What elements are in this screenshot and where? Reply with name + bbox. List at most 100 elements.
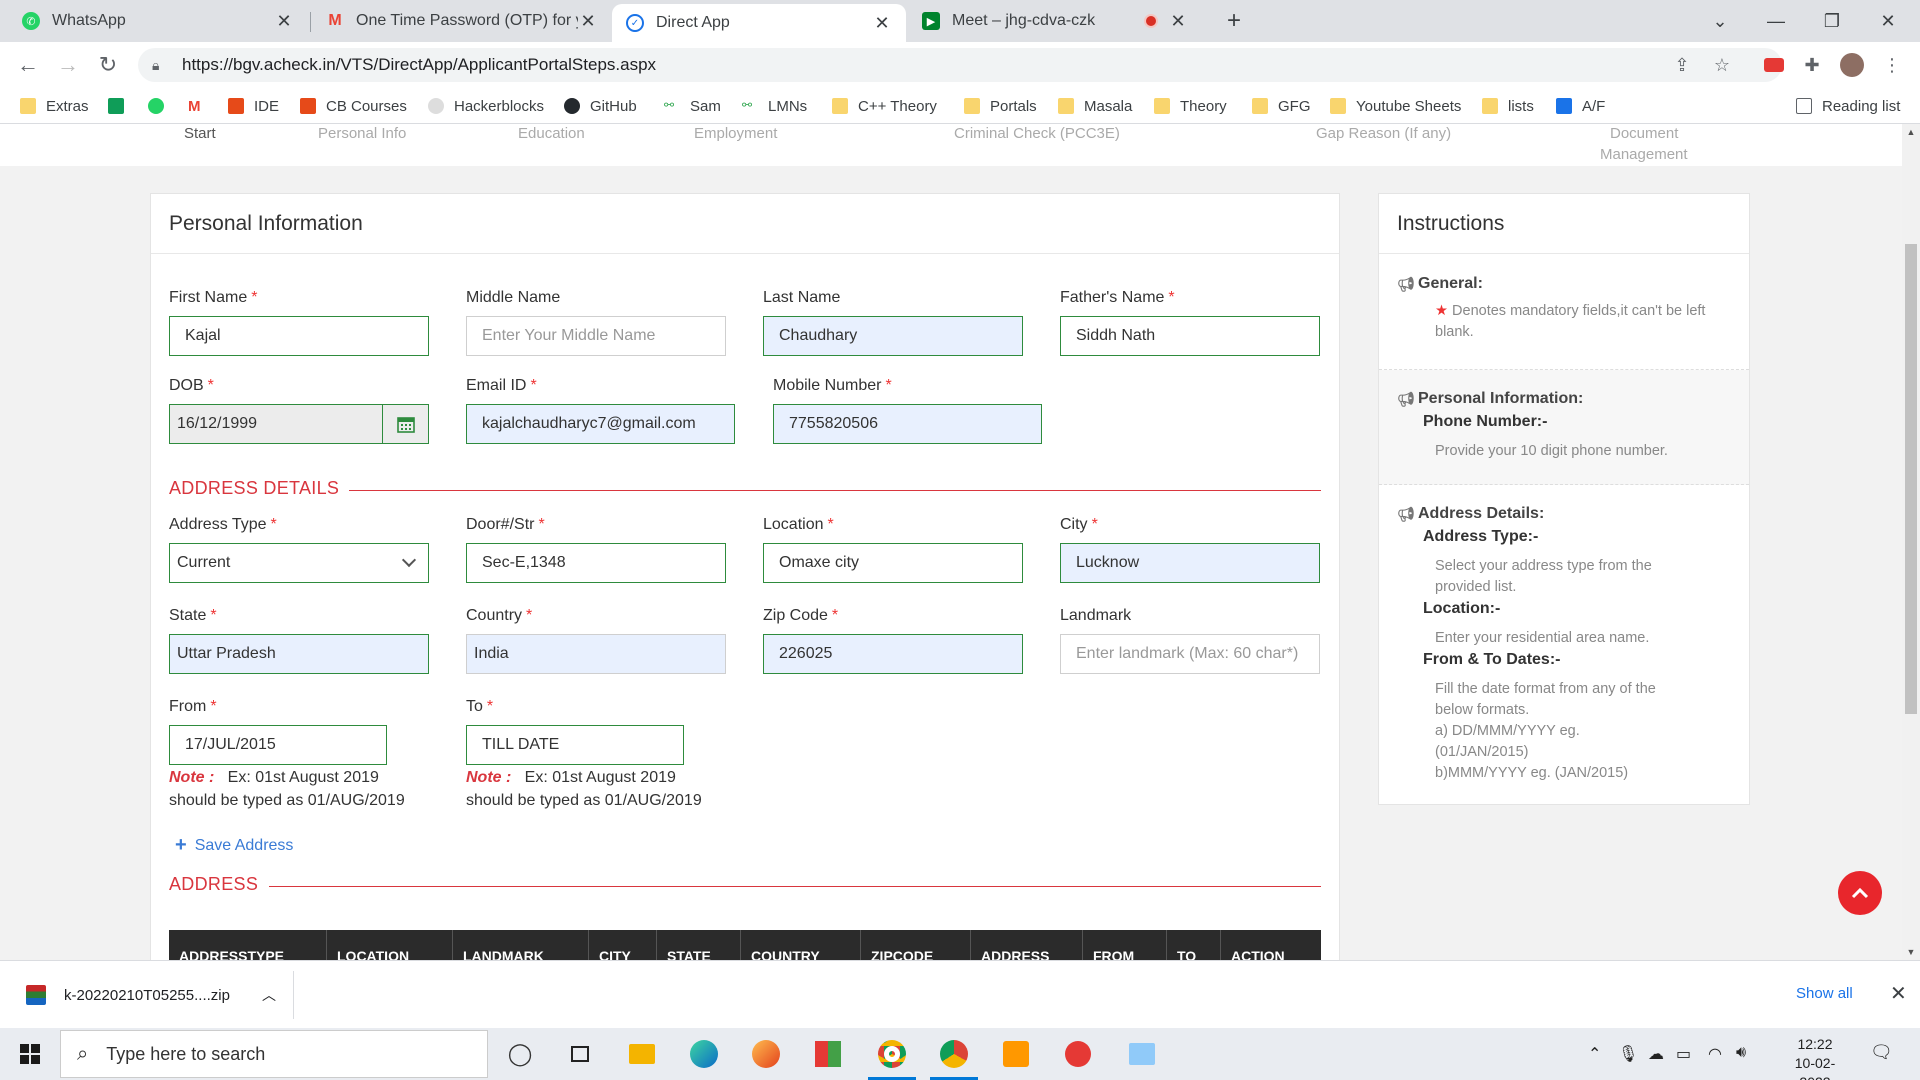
close-icon[interactable]: ✕ [1168, 11, 1188, 32]
to-date-input[interactable]: TILL DATE [466, 725, 684, 765]
step-employment[interactable]: Employment [694, 124, 777, 144]
task-view-icon[interactable] [562, 1036, 598, 1072]
bookmark-youtube-sheets[interactable]: Youtube Sheets [1330, 96, 1461, 116]
bookmark-lmns[interactable]: ⚯ LMNs [742, 96, 807, 116]
cortana-icon[interactable]: ◯ [502, 1036, 538, 1072]
first-name-input[interactable]: Kajal [169, 316, 429, 356]
scroll-up-arrow[interactable]: ▲ [1902, 124, 1920, 140]
scroll-thumb[interactable] [1905, 244, 1917, 714]
restore-icon[interactable]: ❐ [1804, 0, 1860, 42]
download-item[interactable]: k-20220210T05255....zip ︿ [14, 971, 294, 1019]
country-select[interactable]: India [466, 634, 726, 674]
email-input[interactable]: kajalchaudharyc7@gmail.com [466, 404, 735, 444]
scroll-down-arrow[interactable]: ▼ [1902, 944, 1920, 960]
bookmark-cpp-theory[interactable]: C++ Theory [832, 96, 937, 116]
folder-icon [1482, 98, 1498, 114]
close-icon[interactable]: ✕ [274, 11, 294, 32]
file-explorer-icon[interactable] [624, 1036, 660, 1072]
father-name-input[interactable]: Siddh Nath [1060, 316, 1320, 356]
tab-search-icon[interactable]: ⌄ [1692, 0, 1748, 42]
bookmark-sam[interactable]: ⚯ Sam [664, 96, 721, 116]
from-date-input[interactable]: 17/JUL/2015 [169, 725, 387, 765]
bookmark-whatsapp[interactable] [148, 96, 174, 116]
show-all-button[interactable]: Show all [1796, 985, 1853, 1002]
bookmark-gfg[interactable]: GFG [1252, 96, 1311, 116]
bookmark-masala[interactable]: Masala [1058, 96, 1132, 116]
chrome-icon[interactable] [868, 1036, 916, 1080]
bookmark-ide[interactable]: IDE [228, 96, 279, 116]
zip-input[interactable]: 226025 [763, 634, 1023, 674]
bookmark-github[interactable]: GitHub [564, 96, 637, 116]
chevron-up-icon[interactable]: ⌃ [1588, 1044, 1601, 1064]
bookmark-icon-only[interactable] [108, 96, 134, 116]
calendar-icon[interactable] [382, 405, 428, 443]
address-bar[interactable]: 🔒︎ https://bgv.acheck.in/VTS/DirectApp/A… [138, 48, 1782, 82]
reading-list-button[interactable]: Reading list [1796, 96, 1900, 116]
page-scrollbar[interactable]: ▲ ▼ [1902, 124, 1920, 960]
bookmark-cb-courses[interactable]: CB Courses [300, 96, 407, 116]
minimize-icon[interactable]: — [1748, 0, 1804, 42]
close-icon[interactable]: ✕ [578, 11, 598, 32]
tab-meet[interactable]: ▶ Meet – jhg-cdva-czk ✕ [908, 0, 1202, 42]
close-download-bar-icon[interactable]: ✕ [1890, 981, 1907, 1006]
clock[interactable]: 12:22 10-02-2022 [1780, 1035, 1850, 1080]
menu-icon[interactable]: ⋮ [1880, 53, 1904, 77]
dob-input[interactable]: 16/12/1999 [169, 404, 429, 444]
state-select[interactable]: Uttar Pradesh [169, 634, 429, 674]
step-management[interactable]: Management [1600, 145, 1688, 165]
address-type-select[interactable]: Current [169, 543, 429, 583]
back-icon[interactable]: ← [12, 49, 44, 81]
edge-icon[interactable] [686, 1036, 722, 1072]
step-document[interactable]: Document [1610, 124, 1678, 144]
step-start[interactable]: Start [184, 124, 216, 144]
firefox-icon[interactable] [748, 1036, 784, 1072]
step-criminal-check[interactable]: Criminal Check (PCC3E) [954, 124, 1120, 144]
bookmark-gmail[interactable]: M [188, 96, 214, 116]
forward-icon[interactable]: → [52, 49, 84, 81]
step-personal-info[interactable]: Personal Info [318, 124, 406, 144]
middle-name-input[interactable]: Enter Your Middle Name [466, 316, 726, 356]
app-icon[interactable] [810, 1036, 846, 1072]
window-close-icon[interactable]: ✕ [1860, 0, 1916, 42]
tab-direct-app[interactable]: ✓ Direct App ✕ [612, 4, 906, 42]
step-gap-reason[interactable]: Gap Reason (If any) [1316, 124, 1451, 144]
volume-icon[interactable]: 🔊︎ [1736, 1044, 1746, 1062]
battery-icon[interactable]: ▭ [1676, 1044, 1691, 1064]
app-blue-icon[interactable] [1124, 1036, 1160, 1072]
scroll-to-top-button[interactable] [1838, 871, 1882, 915]
star-icon[interactable]: ☆ [1710, 53, 1734, 77]
puzzle-icon[interactable]: ✚ [1800, 53, 1824, 77]
reload-icon[interactable]: ↻ [92, 49, 124, 81]
tab-whatsapp[interactable]: ✆ WhatsApp ✕ [8, 0, 308, 42]
microphone-icon[interactable]: 🎙︎ [1618, 1044, 1638, 1064]
bookmark-lists[interactable]: lists [1482, 96, 1534, 116]
onedrive-icon[interactable]: ☁ [1648, 1044, 1664, 1064]
location-input[interactable]: Omaxe city [763, 543, 1023, 583]
app-red-icon[interactable] [1060, 1036, 1096, 1072]
door-input[interactable]: Sec-E,1348 [466, 543, 726, 583]
bookmark-af[interactable]: A/F [1556, 96, 1605, 116]
tab-otp[interactable]: M One Time Password (OTP) for your ✕ [312, 0, 612, 42]
bookmark-portals[interactable]: Portals [964, 96, 1037, 116]
close-icon[interactable]: ✕ [872, 13, 892, 34]
city-input[interactable]: Lucknow [1060, 543, 1320, 583]
taskbar-search[interactable]: ⌕ Type here to search [60, 1030, 488, 1078]
avatar[interactable] [1840, 53, 1864, 77]
mobile-input[interactable]: 7755820506 [773, 404, 1042, 444]
extension-icon[interactable] [1762, 53, 1786, 77]
sublime-icon[interactable] [998, 1036, 1034, 1072]
windows-start-icon[interactable] [12, 1036, 48, 1072]
chevron-up-icon[interactable]: ︿ [262, 985, 276, 1005]
step-education[interactable]: Education [518, 124, 585, 144]
save-address-button[interactable]: + Save Address [175, 834, 293, 857]
landmark-input[interactable]: Enter landmark (Max: 60 char*) [1060, 634, 1320, 674]
bookmark-hackerblocks[interactable]: Hackerblocks [428, 96, 544, 116]
wifi-icon[interactable]: ◠ [1708, 1044, 1722, 1064]
new-tab-button[interactable]: + [1206, 0, 1262, 42]
chrome-profile-icon[interactable] [930, 1036, 978, 1080]
last-name-input[interactable]: Chaudhary [763, 316, 1023, 356]
bookmark-extras[interactable]: Extras [20, 96, 89, 116]
share-icon[interactable]: ⇪ [1670, 53, 1694, 77]
notification-icon[interactable]: 🗨︎ [1870, 1042, 1893, 1063]
bookmark-theory[interactable]: Theory [1154, 96, 1227, 116]
